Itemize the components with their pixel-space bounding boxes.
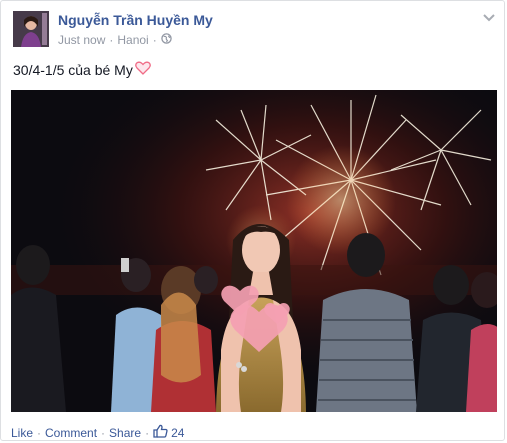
post-meta: Just now · Hanoi · <box>58 33 172 47</box>
thumbs-up-icon <box>153 424 168 441</box>
post-card: Nguyễn Trần Huyền My Just now · Hanoi · … <box>0 0 505 441</box>
post-location[interactable]: Hanoi <box>117 33 148 47</box>
post-text-content: 30/4-1/5 của bé My <box>13 61 133 78</box>
share-link[interactable]: Share <box>109 426 141 440</box>
chevron-down-icon[interactable] <box>481 11 497 25</box>
globe-icon[interactable] <box>160 33 172 47</box>
heart-outline-icon <box>134 61 151 78</box>
post-timestamp[interactable]: Just now <box>58 33 105 47</box>
like-count-value: 24 <box>171 425 185 440</box>
author-name[interactable]: Nguyễn Trần Huyền My <box>58 12 213 28</box>
post-text: 30/4-1/5 của bé My <box>13 61 151 78</box>
action-separator: · <box>37 425 42 440</box>
comment-link[interactable]: Comment <box>45 426 97 440</box>
author-avatar[interactable] <box>13 11 49 47</box>
action-separator-2: · <box>101 425 106 440</box>
post-photo[interactable] <box>11 90 497 412</box>
meta-separator: · <box>109 33 114 47</box>
action-separator-3: · <box>145 425 150 440</box>
like-count[interactable]: 24 <box>153 424 184 441</box>
meta-separator-2: · <box>152 33 157 47</box>
like-link[interactable]: Like <box>11 426 33 440</box>
post-actions: Like · Comment · Share · 24 <box>11 424 184 441</box>
